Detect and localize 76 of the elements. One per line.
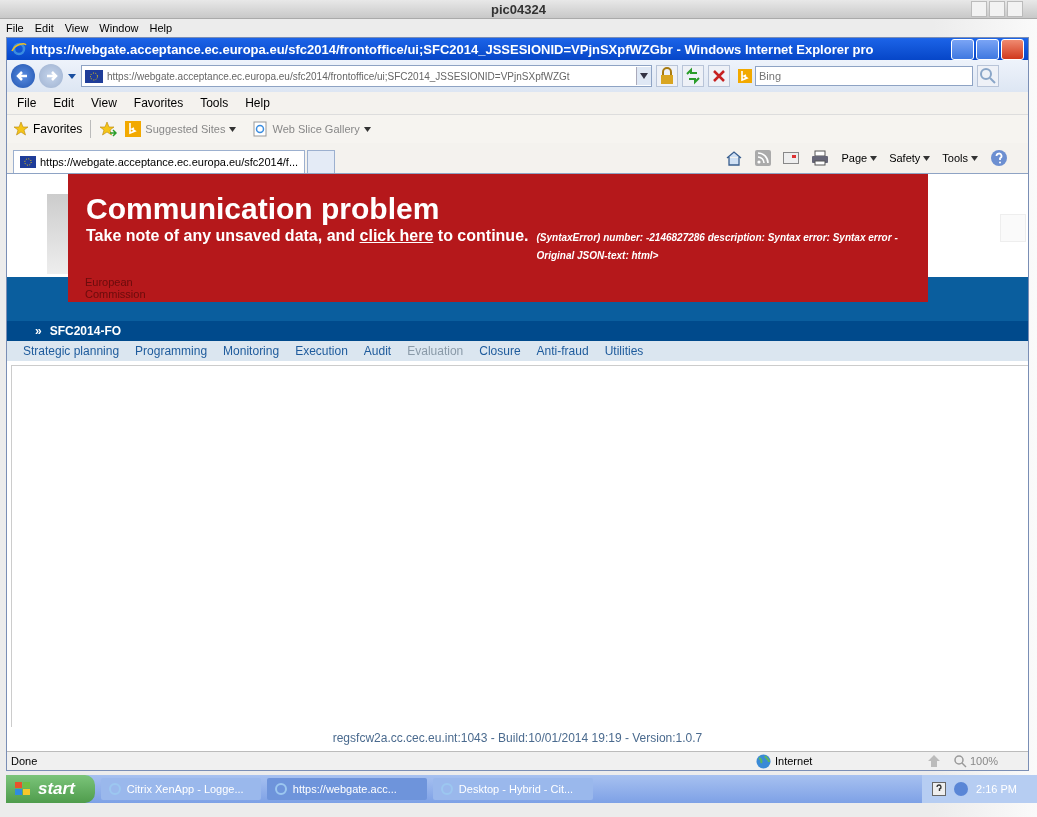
bing-logo-icon <box>125 121 142 137</box>
nav-link[interactable]: Audit <box>363 344 392 358</box>
error-detail: (SyntaxError) number: -2146827286 description: Syntax error: Syntax error - Original JSON-text: html> <box>536 231 899 263</box>
command-menu[interactable]: Safety <box>889 152 931 164</box>
search-field[interactable]: Bing <box>755 66 973 86</box>
command-menu[interactable]: Page <box>841 152 878 164</box>
page-icon <box>252 121 269 137</box>
home-icon[interactable] <box>725 150 744 166</box>
window-title: pic04324 <box>491 1 546 17</box>
nav-link[interactable]: Execution <box>295 344 348 358</box>
back-button[interactable] <box>11 64 35 88</box>
left-arrow-icon <box>16 69 30 83</box>
menu-item[interactable]: Help <box>149 22 173 34</box>
favorites-link[interactable]: Suggested Sites <box>125 121 237 137</box>
flag-icon <box>85 69 103 83</box>
search-icon[interactable] <box>977 65 999 87</box>
lock-icon[interactable] <box>656 65 678 87</box>
printer-icon[interactable] <box>811 150 830 166</box>
bing-logo-icon <box>738 69 752 83</box>
menu-item[interactable]: View <box>64 22 89 34</box>
command-menu[interactable]: Tools <box>942 152 978 164</box>
clock: 2:16 PM <box>976 783 1017 795</box>
menu-item[interactable]: File <box>17 96 37 110</box>
caret-icon <box>363 126 371 132</box>
help-icon[interactable] <box>932 782 947 796</box>
caret-icon <box>640 73 648 79</box>
address-field[interactable]: https://webgate.acceptance.ec.europa.eu/sfc2014/frontoffice/ui;SFC2014_JSSESIONID=VPjnSXpfWZGt <box>81 65 652 87</box>
feed-icon[interactable] <box>755 150 772 166</box>
menu-item[interactable]: Favorites <box>133 96 184 110</box>
maximize-button[interactable] <box>989 1 1005 17</box>
stop-icon[interactable] <box>708 65 730 87</box>
browser-logo-icon <box>11 41 27 57</box>
menu-item[interactable]: Window <box>99 22 139 34</box>
menu-item[interactable]: View <box>91 96 117 110</box>
right-arrow-icon <box>44 69 58 83</box>
caret-icon <box>229 126 237 132</box>
nav-link[interactable]: Programming <box>135 344 208 358</box>
globe-icon <box>756 753 771 769</box>
nav-link[interactable]: Strategic planning <box>23 344 120 358</box>
windows-logo-icon <box>14 781 32 797</box>
breadcrumb-marker: » <box>35 324 42 338</box>
tray-expand-button[interactable] <box>954 782 969 796</box>
add-favorite-icon[interactable] <box>99 121 118 137</box>
dropdown-arrow-icon[interactable] <box>67 72 77 80</box>
restore-button[interactable] <box>976 38 999 60</box>
dropdown-button[interactable] <box>636 67 651 85</box>
error-message: Take note of any unsaved data, and click here to continue. <box>86 226 529 246</box>
security-zone: Internet <box>756 753 916 769</box>
caret-icon <box>971 155 978 161</box>
menu-item[interactable]: Help <box>245 96 270 110</box>
new-tab-button[interactable] <box>307 150 336 173</box>
nav-link[interactable]: Utilities <box>604 344 644 358</box>
menu-item[interactable]: File <box>6 22 24 34</box>
menu-item[interactable]: Edit <box>34 22 54 34</box>
flag-icon <box>20 156 36 168</box>
star-icon <box>13 121 29 137</box>
browser-tab[interactable]: https://webgate.acceptance.ec.europa.eu/sfc2014/f... <box>13 150 306 173</box>
menu-item[interactable]: Edit <box>53 96 75 110</box>
nav-link[interactable]: Monitoring <box>223 344 280 358</box>
app-icon <box>272 781 289 797</box>
status-text: Done <box>11 755 39 767</box>
menu-item[interactable]: Tools <box>200 96 229 110</box>
caret-icon <box>870 155 878 161</box>
favorites-button[interactable]: Favorites <box>13 121 83 137</box>
mail-icon[interactable] <box>783 152 800 164</box>
browser-title: https://webgate.acceptance.ec.europa.eu/sfc2014/frontoffice/ui;SFC2014_JSSESIONID=VPjnSXpfWZGbr - Windows Internet Explorer pro <box>31 41 875 57</box>
build-info: regsfcw2a.cc.cec.eu.int:1043 - Build:10/01/2014 19:19 - Version:1.0.7 <box>331 730 704 747</box>
continue-link[interactable]: click here <box>359 227 434 244</box>
nav-link[interactable]: Closure <box>479 344 521 358</box>
caret-icon <box>923 155 931 161</box>
logo-text: European Commission <box>85 276 147 300</box>
error-title: Communication problem <box>86 192 441 226</box>
nav-link[interactable]: Anti-fraud <box>536 344 589 358</box>
app-name: SFC2014-FO <box>49 324 122 338</box>
zoom-icon <box>954 754 967 768</box>
refresh-icon[interactable] <box>682 65 704 87</box>
